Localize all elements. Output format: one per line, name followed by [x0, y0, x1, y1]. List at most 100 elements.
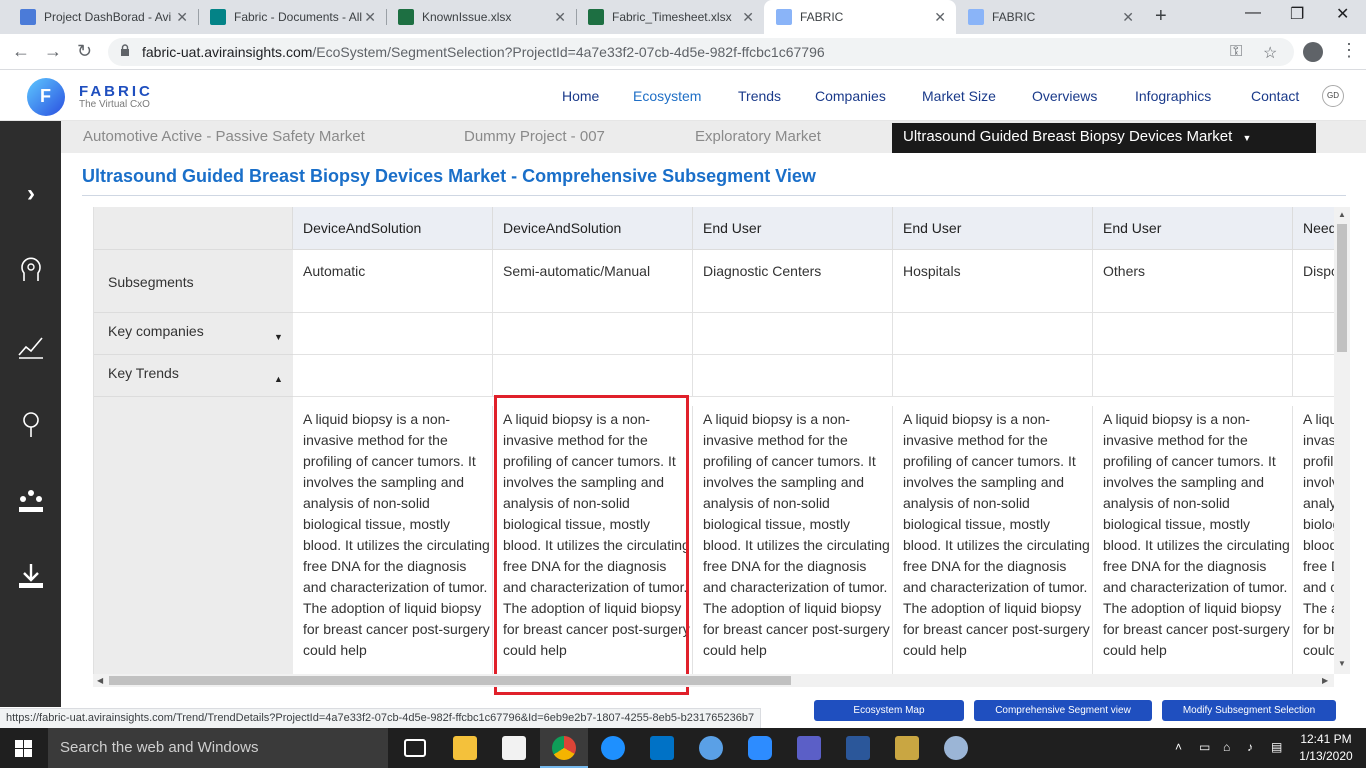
edge-icon[interactable]: [601, 736, 625, 760]
minimize-icon[interactable]: —: [1245, 4, 1261, 22]
modify-subsegment-selection-button[interactable]: Modify Subsegment Selection: [1162, 700, 1336, 721]
chrome-icon[interactable]: [552, 736, 576, 760]
nav-overviews[interactable]: Overviews: [1032, 88, 1097, 104]
scroll-up-icon[interactable]: ▲: [1338, 210, 1346, 219]
tools-icon[interactable]: [895, 736, 919, 760]
zoom-icon[interactable]: [748, 736, 772, 760]
browser-tab-title: Fabric - Documents - All: [234, 10, 363, 24]
row-label: Key Trends: [108, 365, 179, 381]
ecosystem-map-button[interactable]: Ecosystem Map: [814, 700, 964, 721]
store-icon[interactable]: [502, 736, 526, 760]
network-icon[interactable]: ⌂: [1223, 740, 1230, 754]
windows-start-icon[interactable]: [15, 740, 32, 757]
browser-tab[interactable]: FABRIC ✕: [956, 0, 1144, 34]
project-tab[interactable]: Automotive Active - Passive Safety Marke…: [83, 128, 365, 145]
nav-contact[interactable]: Contact: [1251, 88, 1299, 104]
reload-icon[interactable]: ↻: [77, 41, 92, 62]
comprehensive-segment-view-button[interactable]: Comprehensive Segment view: [974, 700, 1152, 721]
browser-tab[interactable]: Fabric - Documents - All ✕: [198, 0, 386, 34]
trend-description[interactable]: A liquid biopsy is a non-invasive method…: [693, 406, 893, 674]
fabric-logo-icon[interactable]: F: [27, 78, 65, 116]
star-icon[interactable]: ☆: [1263, 43, 1277, 63]
nav-infographics[interactable]: Infographics: [1135, 88, 1211, 104]
close-icon[interactable]: ✕: [1122, 9, 1134, 26]
nav-companies[interactable]: Companies: [815, 88, 886, 104]
battery-icon[interactable]: ▭: [1199, 740, 1210, 754]
task-view-icon[interactable]: [404, 739, 426, 757]
excel-icon: [398, 9, 414, 25]
nav-ecosystem[interactable]: Ecosystem: [633, 88, 701, 104]
browser-tab[interactable]: Project DashBorad - Avi ✕: [8, 0, 198, 34]
nav-trends[interactable]: Trends: [738, 88, 781, 104]
browser-tab[interactable]: Fabric_Timesheet.xlsx ✕: [576, 0, 764, 34]
browser-tab-title: KnownIssue.xlsx: [422, 10, 512, 24]
outlook-icon[interactable]: [650, 736, 674, 760]
download-icon[interactable]: [14, 561, 48, 595]
trends-cell: [693, 355, 893, 397]
url-path: /EcoSystem/SegmentSelection?ProjectId=4a…: [312, 44, 825, 60]
close-icon[interactable]: ✕: [364, 9, 376, 26]
status-bar-url: https://fabric-uat.avirainsights.com/Tre…: [0, 708, 762, 728]
account-icon[interactable]: [1303, 42, 1323, 62]
divider: [82, 195, 1346, 196]
volume-icon[interactable]: ♪: [1247, 740, 1253, 754]
trend-description[interactable]: A liquid biopsy is a non-invasive method…: [1093, 406, 1293, 674]
trend-description[interactable]: A liquid biopsy is a non-invasive method…: [893, 406, 1093, 674]
close-icon[interactable]: ✕: [934, 9, 946, 26]
forward-icon[interactable]: →: [44, 41, 62, 62]
scroll-thumb[interactable]: [1337, 224, 1347, 352]
brain-icon[interactable]: [14, 255, 48, 289]
taskbar-search-input[interactable]: Search the web and Windows: [48, 728, 388, 768]
companies-cell: [293, 313, 493, 355]
safari-icon[interactable]: [699, 736, 723, 760]
expand-chevron-icon[interactable]: ›: [14, 177, 48, 211]
team-icon[interactable]: [14, 485, 48, 519]
caret-down-icon[interactable]: ▼: [274, 332, 283, 342]
browser-tab[interactable]: KnownIssue.xlsx ✕: [386, 0, 576, 34]
browser-tab-active[interactable]: FABRIC ✕: [764, 0, 956, 34]
row-header-key-companies[interactable]: Key companies ▼: [94, 313, 293, 355]
word-icon[interactable]: [846, 736, 870, 760]
url-host: fabric-uat.avirainsights.com: [142, 44, 313, 60]
file-explorer-icon[interactable]: [453, 736, 477, 760]
row-header-key-trends[interactable]: Key Trends ▲: [94, 355, 293, 397]
new-tab-button[interactable]: +: [1155, 5, 1167, 28]
row-header-blank: [94, 397, 293, 674]
teams-icon[interactable]: [797, 736, 821, 760]
trend-description[interactable]: A liquid biopsy is a non-invasive method…: [293, 406, 493, 674]
scroll-down-icon[interactable]: ▼: [1338, 659, 1346, 668]
close-icon[interactable]: ✕: [176, 9, 188, 26]
nav-market-size[interactable]: Market Size: [922, 88, 996, 104]
paint-icon[interactable]: [944, 736, 968, 760]
browser-tab-title: Project DashBorad - Avi: [44, 10, 172, 24]
scroll-thumb[interactable]: [109, 676, 791, 685]
notification-icon[interactable]: ▤: [1271, 740, 1282, 754]
project-tab[interactable]: Dummy Project - 007: [464, 128, 605, 145]
project-tab[interactable]: Exploratory Market: [695, 128, 821, 145]
scroll-left-icon[interactable]: ◀: [97, 676, 103, 685]
vertical-scrollbar[interactable]: ▲ ▼: [1334, 207, 1350, 674]
browser-tab-title: FABRIC: [800, 10, 844, 24]
close-window-icon[interactable]: ✕: [1336, 4, 1349, 24]
url-input[interactable]: fabric-uat.avirainsights.com/EcoSystem/S…: [108, 38, 1294, 66]
subsegment-table: Subsegments Key companies ▼ Key Trends ▲…: [93, 207, 1350, 674]
lightbulb-icon[interactable]: [14, 409, 48, 443]
nav-home[interactable]: Home: [562, 88, 599, 104]
column-header: End User: [693, 207, 893, 250]
menu-icon[interactable]: ⋮: [1340, 40, 1358, 61]
trend-description[interactable]: A liquid biopsy is a non-invasive method…: [493, 406, 693, 674]
chevron-up-icon[interactable]: ˄: [1175, 740, 1182, 754]
project-tab-active[interactable]: Ultrasound Guided Breast Biopsy Devices …: [892, 123, 1316, 153]
scroll-right-icon[interactable]: ▶: [1322, 676, 1328, 685]
horizontal-scrollbar[interactable]: ◀ ▶: [93, 674, 1334, 687]
restore-icon[interactable]: ❐: [1290, 4, 1304, 24]
caret-up-icon[interactable]: ▲: [274, 374, 283, 384]
avatar[interactable]: GD: [1322, 85, 1344, 107]
page-icon: [968, 9, 984, 25]
taskbar-clock[interactable]: 12:41 PM 1/13/2020: [1296, 731, 1356, 765]
close-icon[interactable]: ✕: [742, 9, 754, 26]
back-icon[interactable]: ←: [12, 41, 30, 62]
key-icon[interactable]: ⚿: [1230, 43, 1242, 61]
close-icon[interactable]: ✕: [554, 9, 566, 26]
trend-chart-icon[interactable]: [14, 331, 48, 365]
